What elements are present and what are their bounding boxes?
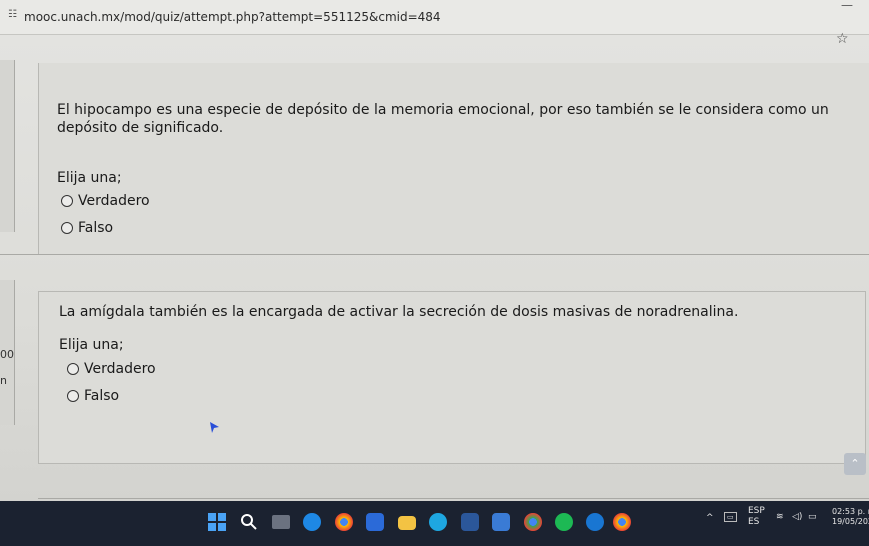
store-icon[interactable] <box>492 513 510 531</box>
left-panel-fragment <box>0 60 15 232</box>
language-top: ESP <box>748 506 765 516</box>
option-verdadero[interactable]: Verdadero <box>67 361 156 377</box>
radio-button[interactable] <box>61 195 73 207</box>
edge-icon[interactable] <box>303 513 321 531</box>
option-label: Verdadero <box>84 361 156 377</box>
radio-button[interactable] <box>61 222 73 234</box>
answer-prompt: Elija una; <box>59 337 124 353</box>
question-card-1: El hipocampo es una especie de depósito … <box>38 63 869 255</box>
spotify-icon[interactable] <box>555 513 573 531</box>
browser-address-bar[interactable]: ☷ mooc.unach.mx/mod/quiz/attempt.php?att… <box>0 0 869 35</box>
clock-date: 19/05/2024 <box>832 517 869 526</box>
chrome-icon[interactable] <box>524 513 542 531</box>
system-clock[interactable]: 02:53 p. m. 19/05/2024 <box>832 507 869 527</box>
radio-button[interactable] <box>67 390 79 402</box>
question-card-2: La amígdala también es la encargada de a… <box>38 291 866 464</box>
option-falso[interactable]: Falso <box>67 388 119 404</box>
task-view-icon[interactable] <box>272 515 290 529</box>
divider <box>38 498 869 499</box>
language-indicator[interactable]: ESP ES <box>748 506 765 528</box>
volume-icon[interactable]: ◁) <box>792 512 802 522</box>
mouse-cursor-icon <box>210 422 219 433</box>
minimize-icon[interactable]: — <box>841 0 853 12</box>
search-icon[interactable] <box>240 513 258 531</box>
quiz-page: ☆ 00 n El hipocampo es una especie de de… <box>0 31 869 501</box>
scroll-to-top-button[interactable]: ⌃ <box>844 453 866 475</box>
file-explorer-icon[interactable] <box>398 516 416 530</box>
question-text: La amígdala también es la encargada de a… <box>59 304 739 320</box>
question-text: El hipocampo es una especie de depósito … <box>57 102 829 136</box>
radio-button[interactable] <box>67 363 79 375</box>
chevron-up-icon[interactable]: ^ <box>706 513 714 523</box>
chrome-icon[interactable] <box>613 513 631 531</box>
chrome-icon[interactable] <box>335 513 353 531</box>
site-info-icon[interactable]: ☷ <box>8 9 17 20</box>
divider <box>0 254 869 255</box>
cortana-icon[interactable] <box>586 513 604 531</box>
option-label: Falso <box>84 388 120 404</box>
keyboard-icon[interactable]: ▭ <box>724 512 737 522</box>
mail-icon[interactable] <box>366 513 384 531</box>
bookmark-star-icon[interactable]: ☆ <box>836 31 849 47</box>
option-label: Falso <box>78 220 114 236</box>
start-icon[interactable] <box>208 513 226 531</box>
wifi-icon[interactable]: ≋ <box>776 512 784 522</box>
sidebar-fragment-text: 00 <box>0 348 14 361</box>
sidebar-fragment-text: n <box>0 374 7 387</box>
clock-time: 02:53 p. m. <box>832 507 869 516</box>
word-icon[interactable] <box>461 513 479 531</box>
language-bottom: ES <box>748 517 760 527</box>
windows-taskbar: ^ ▭ ESP ES ≋ ◁) ▭ 02:53 p. m. 19/05/2024 <box>0 501 869 546</box>
option-falso[interactable]: Falso <box>61 220 113 236</box>
option-verdadero[interactable]: Verdadero <box>61 193 150 209</box>
url-text[interactable]: mooc.unach.mx/mod/quiz/attempt.php?attem… <box>24 10 441 24</box>
answer-prompt: Elija una; <box>57 170 122 186</box>
skype-icon[interactable] <box>429 513 447 531</box>
battery-icon[interactable]: ▭ <box>808 512 817 522</box>
option-label: Verdadero <box>78 193 150 209</box>
